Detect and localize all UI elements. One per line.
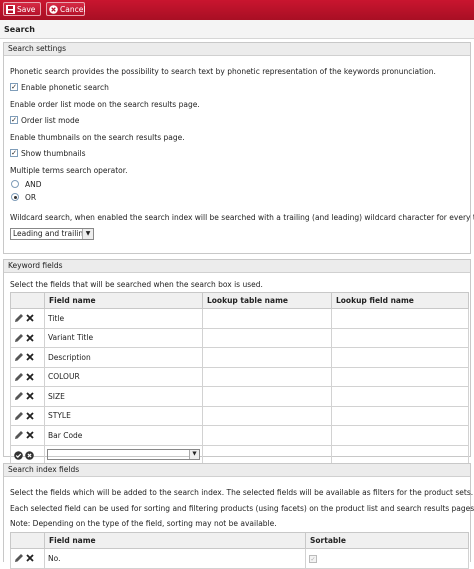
panel-header: Search index fields	[4, 464, 470, 477]
search-settings-panel: Search settings Phonetic search provides…	[3, 42, 474, 254]
keyword-fields-description: Select the fields that will be searched …	[10, 280, 263, 289]
table-row: SIZE	[10, 386, 469, 407]
thumbnails-description: Enable thumbnails on the search results …	[10, 133, 185, 142]
column-header: Sortable	[305, 532, 469, 549]
column-header: Lookup field name	[331, 292, 469, 309]
operator-and-label: AND	[25, 180, 42, 189]
keyword-fields-table: Field name Lookup table name Lookup fiel…	[10, 292, 469, 465]
field-name-cell: No.	[44, 548, 306, 569]
pencil-icon[interactable]	[14, 352, 24, 362]
column-header: Field name	[44, 532, 306, 549]
order-description: Enable order list mode on the search res…	[10, 100, 200, 109]
index-fields-description-2: Each selected field can be used for sort…	[10, 504, 474, 513]
wildcard-select[interactable]: Leading and trailing ▼	[10, 228, 94, 240]
table-header-row: Field name Sortable	[10, 532, 469, 549]
field-name-cell: Title	[44, 308, 203, 329]
pencil-icon[interactable]	[14, 411, 24, 420]
cancel-button[interactable]: Cancel	[46, 2, 85, 16]
pencil-icon[interactable]	[14, 553, 24, 563]
wildcard-description: Wildcard search, when enabled the search…	[10, 213, 474, 222]
column-header: Field name	[44, 292, 203, 309]
phonetic-label: Enable phonetic search	[21, 83, 109, 92]
save-icon	[6, 4, 15, 14]
delete-icon[interactable]	[26, 352, 35, 361]
new-row: ▼	[10, 444, 469, 465]
panel-header: Keyword fields	[4, 260, 470, 273]
page-title: Search	[0, 20, 474, 39]
delete-icon[interactable]	[26, 372, 35, 381]
table-row: Variant Title	[10, 327, 469, 348]
delete-icon[interactable]	[26, 411, 35, 420]
field-name-cell: COLOUR	[44, 366, 203, 387]
order-list-label: Order list mode	[21, 116, 80, 125]
panel-header: Search settings	[4, 43, 470, 56]
index-fields-table: Field name Sortable No. ✓	[10, 532, 469, 569]
delete-icon[interactable]	[26, 430, 35, 439]
cancel-icon	[49, 4, 58, 14]
table-row: Title	[10, 308, 469, 329]
phonetic-checkbox[interactable]: ✓	[10, 83, 18, 91]
chevron-down-icon: ▼	[82, 229, 93, 239]
field-name-cell: Bar Code	[44, 425, 203, 446]
table-row: Description	[10, 347, 469, 368]
wildcard-select-value: Leading and trailing	[13, 229, 88, 238]
table-header-row: Field name Lookup table name Lookup fiel…	[10, 292, 469, 309]
thumbnails-checkbox[interactable]: ✓	[10, 149, 18, 157]
delete-icon[interactable]	[26, 313, 35, 322]
phonetic-description: Phonetic search provides the possibility…	[10, 67, 436, 76]
check-circle-icon[interactable]	[14, 450, 23, 460]
field-name-cell: SIZE	[44, 386, 203, 407]
save-label: Save	[17, 4, 36, 14]
operator-and-radio[interactable]	[11, 180, 19, 188]
save-button[interactable]: Save	[3, 2, 41, 16]
x-circle-icon[interactable]	[25, 450, 35, 460]
table-row: COLOUR	[10, 366, 469, 387]
field-name-cell: STYLE	[44, 405, 203, 426]
new-field-select[interactable]: ▼	[47, 449, 200, 461]
index-fields-note: Note: Depending on the type of the field…	[10, 519, 277, 528]
operator-or-radio[interactable]	[11, 193, 19, 201]
delete-icon[interactable]	[26, 391, 35, 400]
pencil-icon[interactable]	[14, 313, 24, 323]
field-name-cell: Description	[44, 347, 203, 368]
toolbar: Save Cancel	[0, 0, 474, 21]
table-row: No. ✓	[10, 548, 469, 569]
operator-or-label: OR	[25, 193, 37, 202]
pencil-icon[interactable]	[14, 372, 24, 381]
operator-description: Multiple terms search operator.	[10, 166, 128, 175]
keyword-fields-panel: Keyword fields Select the fields that wi…	[3, 259, 471, 465]
order-list-checkbox[interactable]: ✓	[10, 116, 18, 124]
column-header: Lookup table name	[202, 292, 332, 309]
index-fields-description: Select the fields which will be added to…	[10, 488, 474, 497]
pencil-icon[interactable]	[14, 391, 24, 401]
search-index-fields-panel: Search index fields Select the fields wh…	[3, 463, 474, 569]
thumbnails-label: Show thumbnails	[21, 149, 86, 158]
table-row: Bar Code	[10, 425, 469, 446]
delete-icon[interactable]	[26, 553, 35, 562]
delete-icon[interactable]	[26, 333, 35, 342]
pencil-icon[interactable]	[14, 333, 24, 342]
field-name-cell: Variant Title	[44, 327, 203, 348]
table-row: STYLE	[10, 405, 469, 426]
pencil-icon[interactable]	[14, 430, 24, 440]
cancel-label: Cancel	[60, 4, 86, 14]
chevron-down-icon: ▼	[189, 450, 199, 460]
